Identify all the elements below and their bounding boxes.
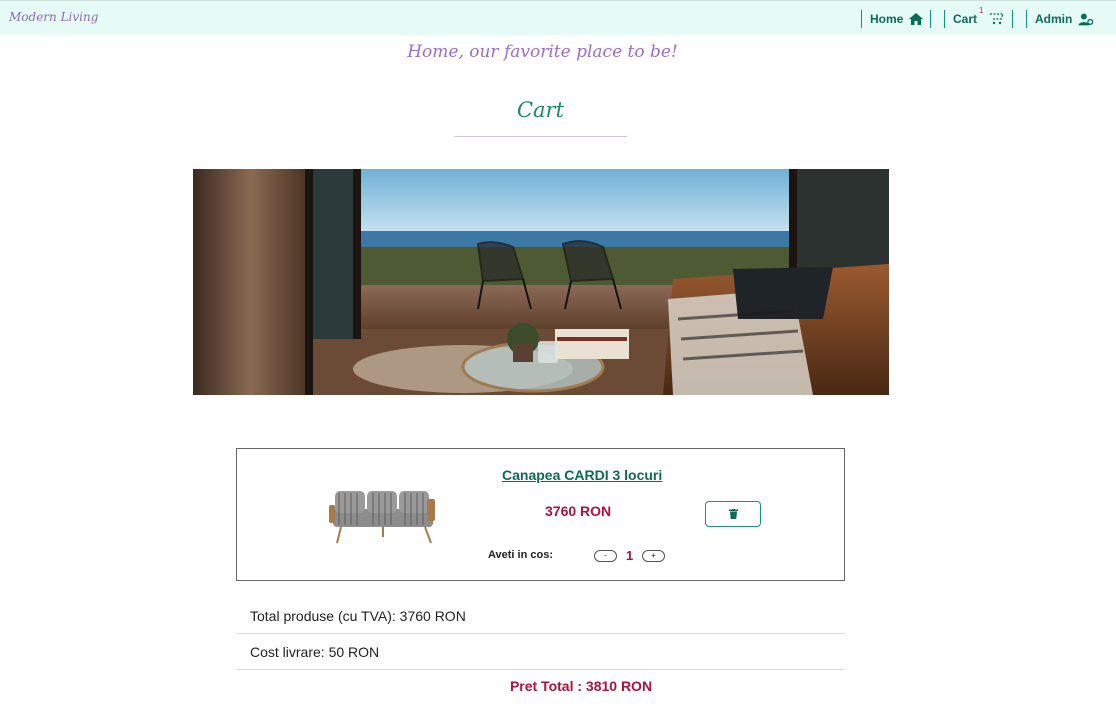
product-name-link[interactable]: Canapea CARDI 3 locuri bbox=[502, 467, 662, 483]
products-total-text: Total produse (cu TVA): 3760 RON bbox=[250, 607, 466, 624]
nav-home-link[interactable]: Home bbox=[861, 10, 931, 28]
nav-admin-link[interactable]: Admin bbox=[1026, 10, 1094, 28]
cart-count-badge: 1 bbox=[979, 6, 984, 15]
quantity-increase-button[interactable]: + bbox=[642, 550, 665, 562]
quantity-decrease-button[interactable]: - bbox=[594, 550, 617, 562]
nav-admin-label: Admin bbox=[1035, 12, 1073, 26]
product-image[interactable] bbox=[327, 485, 439, 554]
nav-home-label: Home bbox=[870, 12, 904, 26]
hero-banner-image bbox=[193, 169, 889, 395]
delivery-cost-text: Cost livrare: 50 RON bbox=[250, 643, 380, 660]
delivery-cost-row: Cost livrare: 50 RON bbox=[236, 634, 845, 670]
title-divider bbox=[454, 136, 627, 137]
nav-cart-label: Cart bbox=[953, 12, 978, 26]
cart-icon bbox=[990, 13, 1004, 25]
site-tagline: Home, our favorite place to be! bbox=[407, 42, 678, 62]
brand-logo[interactable]: Modern Living bbox=[9, 10, 98, 24]
user-settings-icon bbox=[1078, 13, 1094, 25]
grand-total: Pret Total : 3810 RON bbox=[509, 678, 653, 694]
home-icon bbox=[909, 13, 924, 25]
quantity-label: Aveti in cos: bbox=[488, 549, 553, 561]
top-navbar: Modern Living Home Cart 1 Admin bbox=[0, 0, 1116, 35]
page-title: Cart bbox=[516, 98, 565, 122]
products-total-row: Total produse (cu TVA): 3760 RON bbox=[236, 598, 845, 634]
trash-icon bbox=[728, 509, 738, 519]
quantity-value: 1 bbox=[626, 548, 634, 563]
product-price: 3760 RON bbox=[545, 503, 612, 519]
nav-cart-link[interactable]: Cart 1 bbox=[944, 6, 1013, 28]
cart-item-card: Canapea CARDI 3 locuri 3760 RON Aveti in… bbox=[236, 448, 845, 581]
delete-item-button[interactable] bbox=[705, 501, 761, 527]
